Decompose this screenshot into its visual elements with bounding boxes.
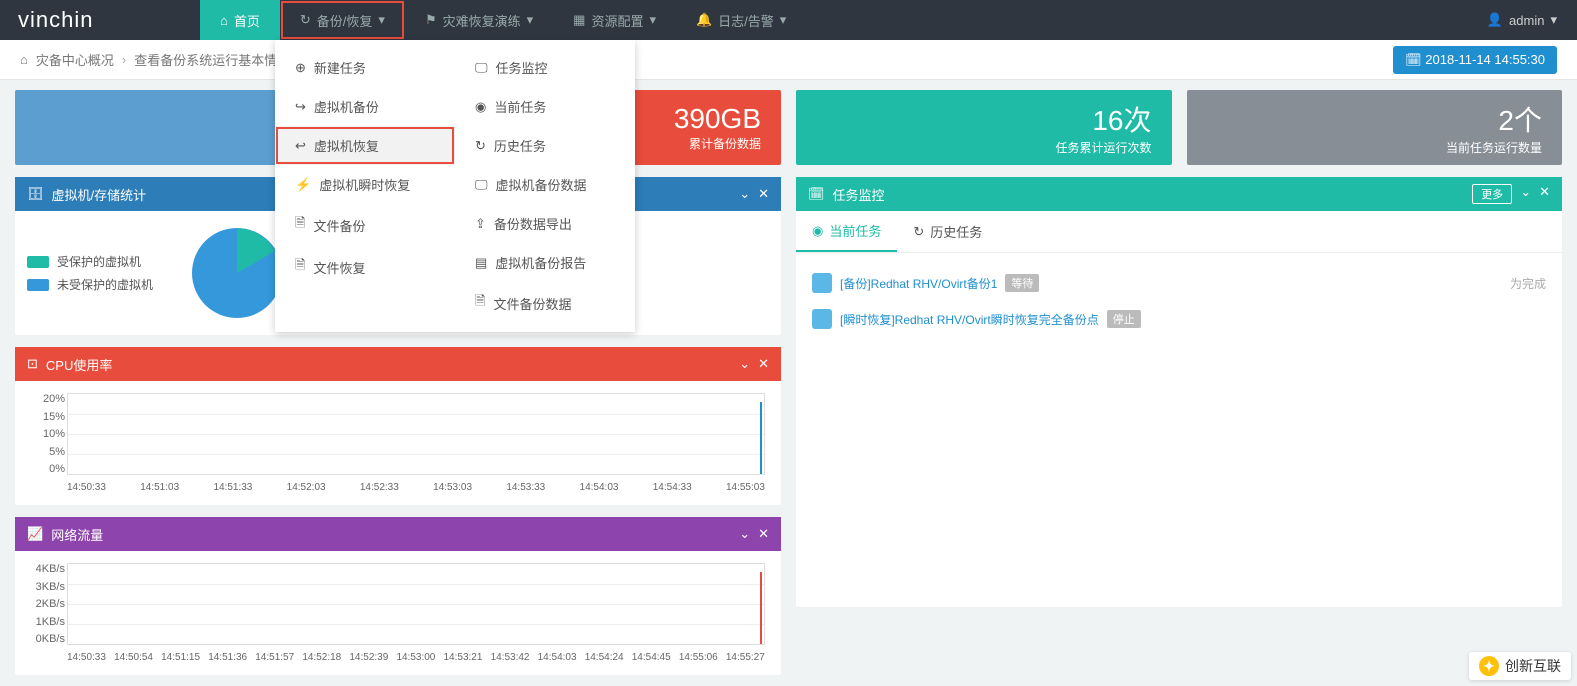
stat-running[interactable]: 2个当前任务运行数量 <box>1187 90 1563 165</box>
user-icon: 👤 <box>1487 12 1503 28</box>
chart-icon: 📈 <box>27 526 43 542</box>
menu-report[interactable]: ▤虚拟机备份报告 <box>455 243 635 282</box>
close-icon[interactable]: ✕ <box>758 356 769 372</box>
task-icon <box>812 309 832 329</box>
menu-file-backup-data[interactable]: 🗎文件备份数据 <box>455 282 635 324</box>
monitor-icon: 🖵 <box>475 60 488 76</box>
pie-vm <box>187 223 287 323</box>
chevron-down-icon: ▾ <box>649 12 656 28</box>
panel-cpu: ⊡ CPU使用率 ⌄ ✕ 20%15%10%5%0% 14:50:3314:51:0… <box>15 347 781 505</box>
clock-icon: ↻ <box>913 224 924 240</box>
collapse-icon[interactable]: ⌄ <box>739 186 750 202</box>
close-icon[interactable]: ✕ <box>1539 184 1550 204</box>
topbar: vinchin ⌂首页 ↻备份/恢复▾ ⚑灾难恢复演练▾ ▦资源配置▾ 🔔日志/… <box>0 0 1577 40</box>
panel-title: CPU使用率 <box>46 355 112 374</box>
watermark: ✦创新互联 <box>1469 652 1571 680</box>
main-nav: ⌂首页 ↻备份/恢复▾ ⚑灾难恢复演练▾ ▦资源配置▾ 🔔日志/告警▾ <box>200 0 806 40</box>
menu-vm-backup-data[interactable]: 🖵虚拟机备份数据 <box>455 165 635 204</box>
gauge-icon: ◉ <box>812 223 823 239</box>
file-icon: 🗎 <box>295 214 305 236</box>
bolt-icon: ⚡ <box>295 177 311 193</box>
close-icon[interactable]: ✕ <box>758 526 769 542</box>
fire-icon: ⚑ <box>425 12 437 28</box>
tab-history[interactable]: ↻历史任务 <box>897 211 998 252</box>
watermark-icon: ✦ <box>1479 656 1499 676</box>
cpu-chart: 20%15%10%5%0% 14:50:3314:51:0314:51:3314… <box>27 393 769 493</box>
task-row[interactable]: [瞬时恢复]Redhat RHV/Ovirt瞬时恢复完全备份点停止 <box>808 301 1550 337</box>
nav-log[interactable]: 🔔日志/告警▾ <box>676 0 806 40</box>
chevron-down-icon: ▾ <box>780 12 787 28</box>
logo: vinchin <box>0 7 200 33</box>
task-tag: 停止 <box>1107 310 1141 328</box>
menu-vm-backup[interactable]: ↪虚拟机备份 <box>275 87 455 126</box>
nav-home[interactable]: ⌂首页 <box>200 0 280 40</box>
file-icon: 🗎 <box>295 256 305 278</box>
menu-file-backup[interactable]: 🗎文件备份 <box>275 204 455 246</box>
menu-current-task[interactable]: ◉当前任务 <box>455 87 635 126</box>
panel-task-monitor: 🗓 任务监控 更多 ⌄ ✕ ◉当前任务 ↻历史任务 [备份]Redhat RHV/Ov… <box>796 177 1562 607</box>
backup-dropdown: ⊕新建任务 ↪虚拟机备份 ↩虚拟机恢复 ⚡虚拟机瞬时恢复 🗎文件备份 🗎文件恢复… <box>275 40 635 332</box>
menu-vm-instant-restore[interactable]: ⚡虚拟机瞬时恢复 <box>275 165 455 204</box>
plus-icon: ⊕ <box>295 60 306 76</box>
panel-title: 虚拟机/存储统计 <box>52 185 147 204</box>
home-icon: ⌂ <box>220 13 228 28</box>
monitor-icon: 🖵 <box>475 177 488 193</box>
gauge-icon: ◉ <box>475 99 486 115</box>
timestamp-badge: 🗓 2018-11-14 14:55:30 <box>1393 46 1557 74</box>
panel-title: 网络流量 <box>51 525 103 544</box>
undo-icon: ↩ <box>295 138 306 154</box>
menu-export[interactable]: ⇪备份数据导出 <box>455 204 635 243</box>
task-link[interactable]: [瞬时恢复]Redhat RHV/Ovirt瞬时恢复完全备份点 <box>840 311 1099 328</box>
chevron-down-icon: ▾ <box>378 12 385 28</box>
user-menu[interactable]: 👤admin▾ <box>1487 12 1577 28</box>
menu-vm-restore[interactable]: ↩虚拟机恢复 <box>275 126 455 165</box>
close-icon[interactable]: ✕ <box>758 186 769 202</box>
menu-new-task[interactable]: ⊕新建任务 <box>275 48 455 87</box>
task-row[interactable]: [备份]Redhat RHV/Ovirt备份1 等待 为完成 <box>808 265 1550 301</box>
panel-title: 任务监控 <box>833 185 885 204</box>
tab-current[interactable]: ◉当前任务 <box>796 211 897 252</box>
server-icon: 🗄 <box>27 186 44 202</box>
stat-task-count[interactable]: 16次任务累计运行次数 <box>796 90 1172 165</box>
breadcrumb-current: 查看备份系统运行基本情 <box>134 50 277 69</box>
menu-file-restore[interactable]: 🗎文件恢复 <box>275 246 455 288</box>
chevron-down-icon: ▾ <box>527 12 534 28</box>
calendar-icon: 🗓 <box>808 186 825 202</box>
breadcrumb-root[interactable]: 灾备中心概况 <box>36 50 114 69</box>
collapse-icon[interactable]: ⌄ <box>739 356 750 372</box>
task-link[interactable]: [备份]Redhat RHV/Ovirt备份1 <box>840 275 997 292</box>
chip-icon: ⊡ <box>27 356 38 372</box>
calendar-icon: 🗓 <box>1405 52 1422 67</box>
share-icon: ↪ <box>295 99 306 115</box>
breadcrumb: ⌂ 灾备中心概况 › 查看备份系统运行基本情 🗓 2018-11-14 14:5… <box>0 40 1577 80</box>
cube-icon: ▦ <box>573 12 585 28</box>
menu-task-monitor[interactable]: 🖵任务监控 <box>455 48 635 87</box>
collapse-icon[interactable]: ⌄ <box>1520 184 1531 204</box>
nav-drill[interactable]: ⚑灾难恢复演练▾ <box>405 0 553 40</box>
export-icon: ⇪ <box>475 216 486 232</box>
breadcrumb-sep: › <box>122 52 126 67</box>
bell-icon: 🔔 <box>696 12 712 28</box>
report-icon: ▤ <box>475 255 487 271</box>
refresh-icon: ↻ <box>300 12 311 28</box>
nav-backup[interactable]: ↻备份/恢复▾ <box>280 0 405 40</box>
clock-icon: ↻ <box>475 138 486 154</box>
more-button[interactable]: 更多 <box>1472 184 1512 204</box>
task-tag: 等待 <box>1005 274 1039 292</box>
menu-history-task[interactable]: ↻历史任务 <box>455 126 635 165</box>
collapse-icon[interactable]: ⌄ <box>739 526 750 542</box>
chevron-down-icon: ▾ <box>1550 12 1557 28</box>
task-status: 为完成 <box>1510 275 1546 292</box>
panel-net: 📈 网络流量 ⌄ ✕ 4KB/s3KB/s2KB/s1KB/s0KB/s 14:50… <box>15 517 781 675</box>
nav-resource[interactable]: ▦资源配置▾ <box>553 0 676 40</box>
home-icon: ⌂ <box>20 52 28 67</box>
task-icon <box>812 273 832 293</box>
net-chart: 4KB/s3KB/s2KB/s1KB/s0KB/s 14:50:3314:50:… <box>27 563 769 663</box>
file-icon: 🗎 <box>475 292 485 314</box>
